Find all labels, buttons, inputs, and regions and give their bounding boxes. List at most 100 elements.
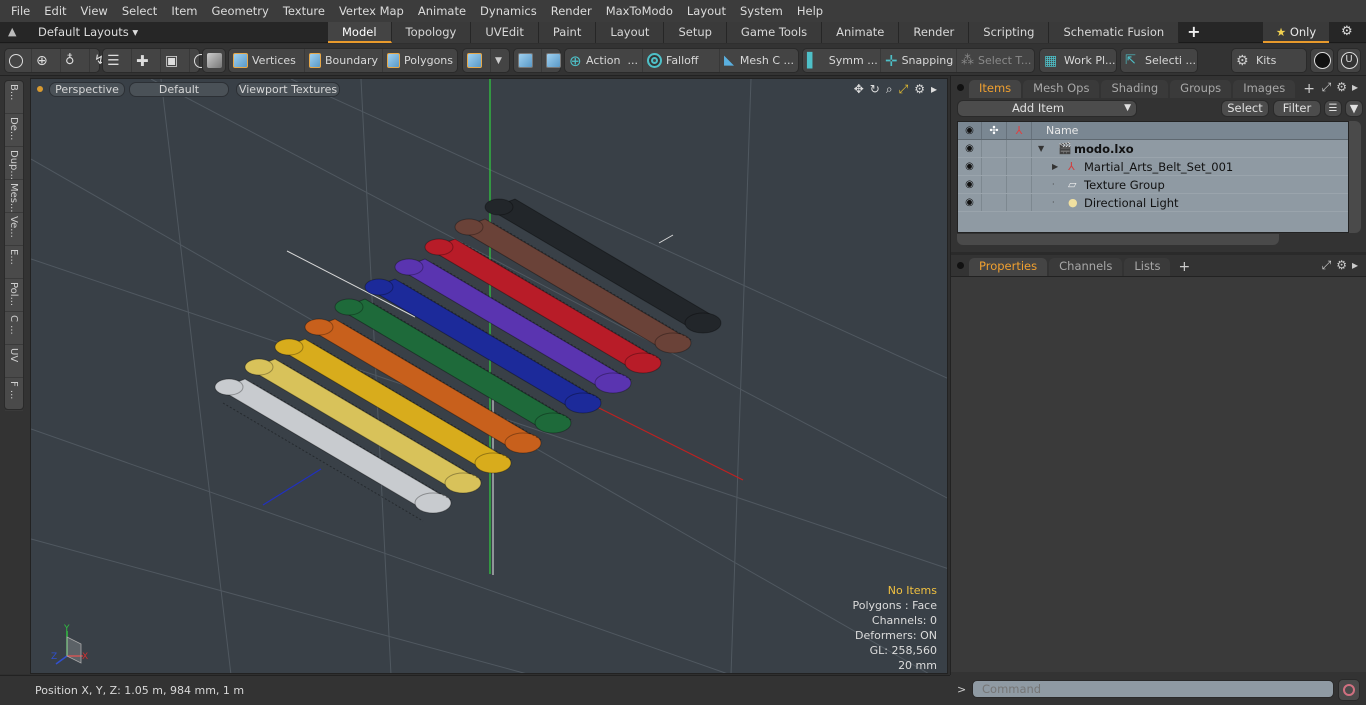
items-panel-dot[interactable]: [957, 84, 964, 91]
properties-gear-icon[interactable]: ⚙: [1336, 258, 1347, 273]
pivot-button[interactable]: [514, 49, 542, 72]
layout-tab-scripting[interactable]: Scripting: [969, 22, 1050, 43]
view-mode-selector[interactable]: Perspective: [49, 82, 125, 97]
vertical-tab[interactable]: F ...: [5, 378, 23, 411]
lock-cell[interactable]: [982, 158, 1007, 175]
expand-arrow-icon[interactable]: ▶: [1052, 162, 1058, 171]
layout-tab-animate[interactable]: Animate: [822, 22, 900, 43]
unreal-button[interactable]: U: [1337, 48, 1361, 73]
select-through-button[interactable]: ⁂ Select T...: [957, 49, 1033, 72]
lock-cell[interactable]: [982, 176, 1007, 193]
layout-tab-game-tools[interactable]: Game Tools: [726, 22, 823, 43]
select-button[interactable]: Select: [1221, 100, 1269, 117]
menu-view[interactable]: View: [74, 0, 115, 22]
material-mode-button[interactable]: [463, 49, 491, 72]
maximize-icon[interactable]: ⤢: [899, 82, 909, 97]
items-tab-items[interactable]: Items: [969, 80, 1022, 98]
collapse-arrow-icon[interactable]: ▼: [1038, 144, 1044, 153]
vertical-tab[interactable]: Mes...: [5, 180, 23, 213]
vertical-tab[interactable]: Pol...: [5, 279, 23, 312]
viewport-more-icon[interactable]: ▸: [931, 82, 937, 97]
menu-maxtomodo[interactable]: MaxToModo: [599, 0, 680, 22]
items-tab-shading[interactable]: Shading: [1101, 80, 1169, 98]
menu-geometry[interactable]: Geometry: [205, 0, 276, 22]
add-item-button[interactable]: Add Item ▼: [957, 100, 1137, 117]
properties-add-tab-button[interactable]: +: [1172, 258, 1196, 276]
scene-canvas[interactable]: Y X Z: [31, 79, 948, 674]
menu-render[interactable]: Render: [544, 0, 599, 22]
textures-selector[interactable]: Viewport Textures: [236, 82, 340, 97]
kits-button[interactable]: ⚙ Kits: [1232, 49, 1280, 72]
funnel-button[interactable]: ▼: [1345, 100, 1363, 117]
visibility-toggle[interactable]: ◉: [958, 176, 982, 193]
tree-row[interactable]: ◉ ▼ 🎬 modo.lxo: [958, 140, 1348, 158]
sphere-select-button[interactable]: ⊕: [32, 49, 61, 72]
zoom-icon[interactable]: ⌕: [886, 82, 893, 97]
properties-expand-icon[interactable]: ⤢: [1322, 258, 1332, 273]
menu-animate[interactable]: Animate: [411, 0, 473, 22]
vertices-button[interactable]: Vertices: [229, 49, 305, 72]
work-plane-button[interactable]: ▦ Work Pl...: [1040, 49, 1120, 72]
layout-selector[interactable]: Default Layouts ▾: [38, 22, 138, 42]
menu-vertex-map[interactable]: Vertex Map: [332, 0, 411, 22]
vertical-tab[interactable]: UV: [5, 345, 23, 378]
layout-tab-uvedit[interactable]: UVEdit: [471, 22, 539, 43]
viewport-menu-dot[interactable]: [37, 86, 43, 92]
tree-vertical-scrollbar[interactable]: [1349, 121, 1361, 233]
item-mode-button[interactable]: [203, 49, 230, 72]
unity-button[interactable]: [1310, 48, 1334, 73]
command-input[interactable]: [972, 680, 1334, 698]
pan-icon[interactable]: ✥: [854, 82, 864, 97]
lock-cell[interactable]: [982, 194, 1007, 211]
lock-cell[interactable]: [982, 140, 1007, 157]
add-layout-tab-button[interactable]: +: [1179, 22, 1208, 43]
frame-button[interactable]: ▣: [161, 49, 190, 72]
properties-tab-properties[interactable]: Properties: [969, 258, 1048, 276]
align-button[interactable]: ☰: [103, 49, 132, 72]
action-center-button[interactable]: ⊕ Action ...: [565, 49, 643, 72]
items-tab-groups[interactable]: Groups: [1170, 80, 1232, 98]
properties-panel-dot[interactable]: [957, 262, 964, 269]
properties-tab-channels[interactable]: Channels: [1049, 258, 1123, 276]
visibility-toggle[interactable]: ◉: [958, 194, 982, 211]
menu-select[interactable]: Select: [115, 0, 164, 22]
circle-select-button[interactable]: [5, 49, 32, 72]
menu-layout[interactable]: Layout: [680, 0, 733, 22]
layout-tab-paint[interactable]: Paint: [538, 22, 597, 43]
filter-button[interactable]: Filter: [1273, 100, 1321, 117]
items-more-icon[interactable]: ▸: [1352, 80, 1358, 95]
tree-horizontal-scrollbar[interactable]: [957, 234, 1279, 245]
symmetry-button[interactable]: ▌ Symm ...: [803, 49, 881, 72]
menu-item[interactable]: Item: [164, 0, 204, 22]
add-item-dropdown-icon[interactable]: ▼: [1124, 101, 1131, 116]
layout-tab-topology[interactable]: Topology: [391, 22, 472, 43]
menu-edit[interactable]: Edit: [37, 0, 73, 22]
only-tab[interactable]: ★ Only: [1263, 22, 1329, 43]
selection-sets-button[interactable]: ⇱ Selecti ...: [1121, 49, 1200, 72]
menu-help[interactable]: Help: [790, 0, 830, 22]
list-options-button[interactable]: ☰: [1324, 100, 1342, 117]
expand-icon[interactable]: ⤢: [1322, 80, 1332, 95]
material-mode-dropdown[interactable]: ▼: [491, 49, 506, 72]
items-tab-mesh-ops[interactable]: Mesh Ops: [1023, 80, 1100, 98]
snapping-button[interactable]: ✛ Snapping: [881, 49, 957, 72]
uv-unwrap-button[interactable]: ✚: [132, 49, 161, 72]
vertical-tab[interactable]: Dup...: [5, 147, 23, 180]
properties-more-icon[interactable]: ▸: [1352, 258, 1358, 273]
vertical-tab[interactable]: B...: [5, 81, 23, 114]
properties-tab-lists[interactable]: Lists: [1124, 258, 1171, 276]
vertical-tab[interactable]: De...: [5, 114, 23, 147]
lock-column[interactable]: ✣: [982, 122, 1007, 139]
menu-system[interactable]: System: [733, 0, 790, 22]
falloff-button[interactable]: Falloff: [643, 49, 720, 72]
items-tab-images[interactable]: Images: [1233, 80, 1296, 98]
shading-selector[interactable]: Default: [129, 82, 229, 97]
items-add-tab-button[interactable]: +: [1297, 80, 1321, 98]
menu-texture[interactable]: Texture: [276, 0, 332, 22]
layout-tab-setup[interactable]: Setup: [664, 22, 727, 43]
pen-button[interactable]: ♁: [61, 49, 90, 72]
vertical-tab[interactable]: C ...: [5, 312, 23, 345]
visibility-toggle[interactable]: ◉: [958, 158, 982, 175]
tree-row[interactable]: ◉ · ● Directional Light: [958, 194, 1348, 212]
layout-tab-layout[interactable]: Layout: [596, 22, 665, 43]
